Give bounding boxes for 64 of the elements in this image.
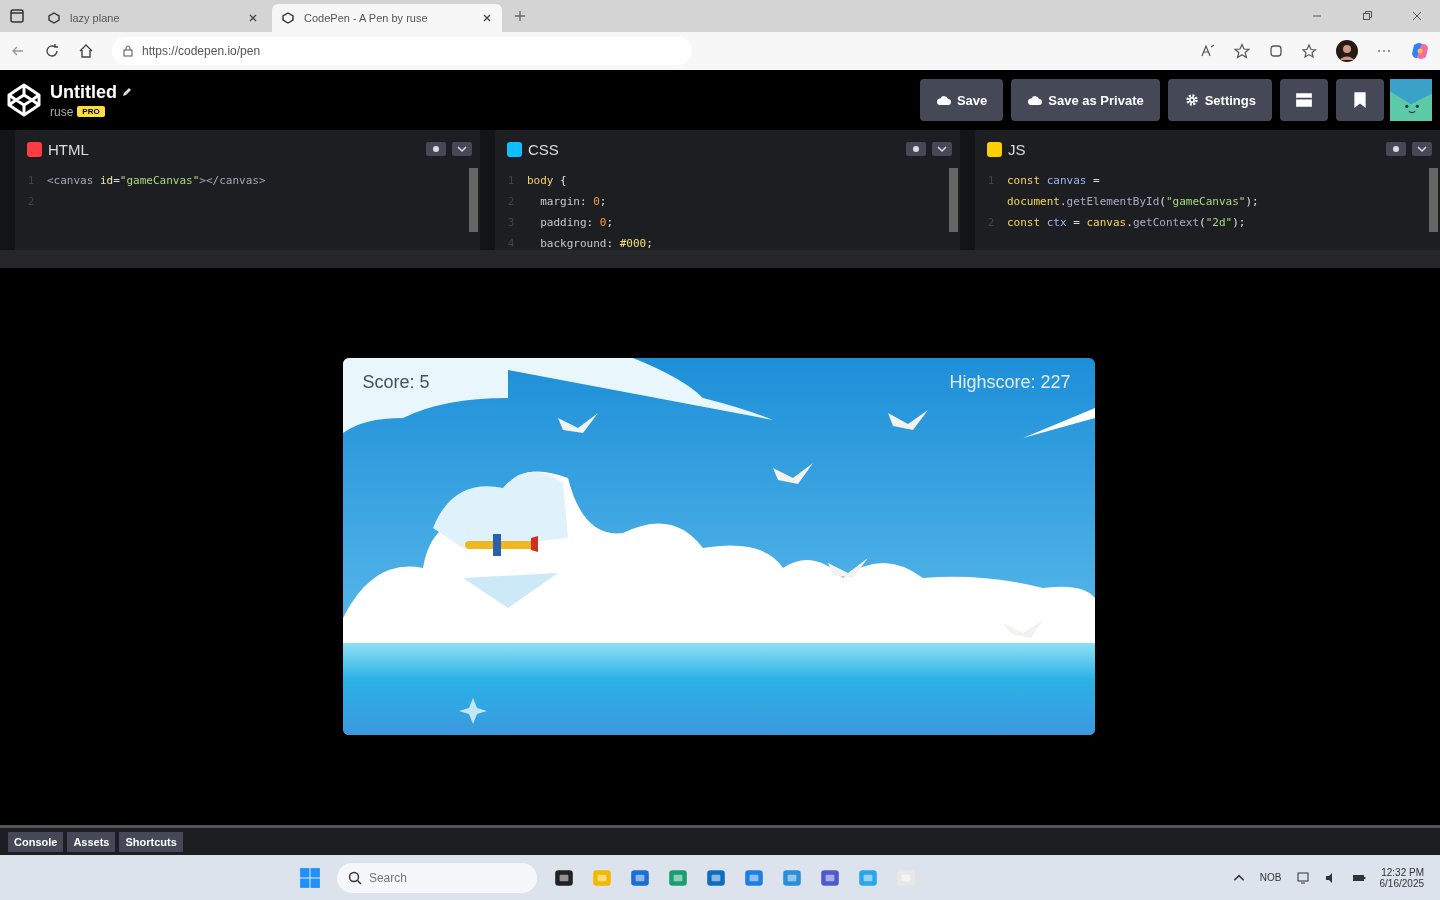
- username[interactable]: ruse: [50, 104, 74, 119]
- layout-icon: [1295, 91, 1313, 109]
- restore-icon[interactable]: [1361, 10, 1373, 22]
- header-button[interactable]: Save as Private: [1011, 79, 1160, 121]
- reload-icon[interactable]: [44, 43, 60, 59]
- settings-icon: [1183, 93, 1200, 107]
- lock-icon: [122, 45, 134, 57]
- cloud-icon: [1027, 93, 1044, 107]
- browser-tab[interactable]: CodePen - A Pen by ruse: [272, 4, 502, 32]
- score-label: Score: 5: [362, 372, 430, 393]
- clock[interactable]: 12:32 PM 6/16/2025: [1379, 866, 1424, 889]
- home-icon[interactable]: [78, 43, 94, 59]
- scrollbar[interactable]: [949, 168, 958, 232]
- address-bar[interactable]: https://codepen.io/pen: [112, 37, 692, 65]
- code-line: const ctx = canvas.getContext("2d");: [1007, 216, 1246, 229]
- copilot-icon[interactable]: [1410, 41, 1430, 61]
- code-line: background: #000;: [539, 237, 653, 250]
- code-line: <canvas id="gameCanvas"></canvas>: [47, 174, 266, 187]
- code-line: body {: [527, 174, 567, 187]
- favorites-icon[interactable]: [1302, 43, 1318, 59]
- footer-tab[interactable]: Shortcuts: [119, 831, 183, 852]
- search-icon: [347, 870, 362, 885]
- editor-tab[interactable]: JS: [987, 140, 1026, 158]
- code-line: document.getElementById("gameCanvas");: [1007, 195, 1259, 208]
- tab-actions-icon[interactable]: [10, 9, 24, 23]
- search-field[interactable]: Search: [336, 862, 537, 893]
- new-tab-icon[interactable]: [514, 10, 526, 22]
- language-indicator[interactable]: NOB: [1259, 872, 1282, 883]
- footer-tab[interactable]: Console: [8, 831, 64, 852]
- profile-avatar[interactable]: [1336, 40, 1358, 62]
- code-line: const canvas =: [1007, 174, 1100, 187]
- close-icon[interactable]: [248, 13, 258, 23]
- editor-tab[interactable]: CSS: [507, 140, 559, 158]
- bookmark-icon: [1351, 91, 1369, 109]
- chevron-down-icon[interactable]: [932, 142, 952, 156]
- header-button[interactable]: Save: [919, 79, 1004, 121]
- footer-tab[interactable]: Assets: [67, 831, 116, 852]
- code-line: margin: 0;: [539, 195, 607, 208]
- cloud-icon: [935, 93, 952, 107]
- site-icon: [282, 12, 294, 24]
- codepen-logo-icon[interactable]: [6, 82, 42, 118]
- pro-badge: PRO: [77, 106, 105, 117]
- browser-tab[interactable]: lazy plane: [38, 4, 268, 32]
- pen-title[interactable]: Untitled: [50, 81, 117, 103]
- close-icon[interactable]: [1411, 10, 1423, 22]
- scrollbar[interactable]: [469, 168, 478, 232]
- code-line: padding: 0;: [539, 216, 614, 229]
- settings-icon[interactable]: [426, 142, 446, 156]
- highscore-label: Highscore: 227: [949, 372, 1071, 393]
- close-icon[interactable]: [482, 13, 492, 23]
- start-icon[interactable]: [298, 866, 321, 889]
- star-icon[interactable]: [1234, 43, 1250, 59]
- scrollbar[interactable]: [1429, 168, 1438, 232]
- settings-icon[interactable]: [1386, 142, 1406, 156]
- site-icon: [48, 12, 60, 24]
- read-aloud-icon[interactable]: [1200, 43, 1216, 59]
- editor-tab[interactable]: HTML: [27, 140, 89, 158]
- header-button[interactable]: Settings: [1167, 79, 1272, 121]
- chevron-down-icon[interactable]: [452, 142, 472, 156]
- bookmark-button[interactable]: [1336, 79, 1384, 121]
- settings-icon[interactable]: [906, 142, 926, 156]
- chevron-down-icon[interactable]: [1412, 142, 1432, 156]
- edit-icon[interactable]: [121, 86, 133, 98]
- layout-button[interactable]: [1280, 79, 1328, 121]
